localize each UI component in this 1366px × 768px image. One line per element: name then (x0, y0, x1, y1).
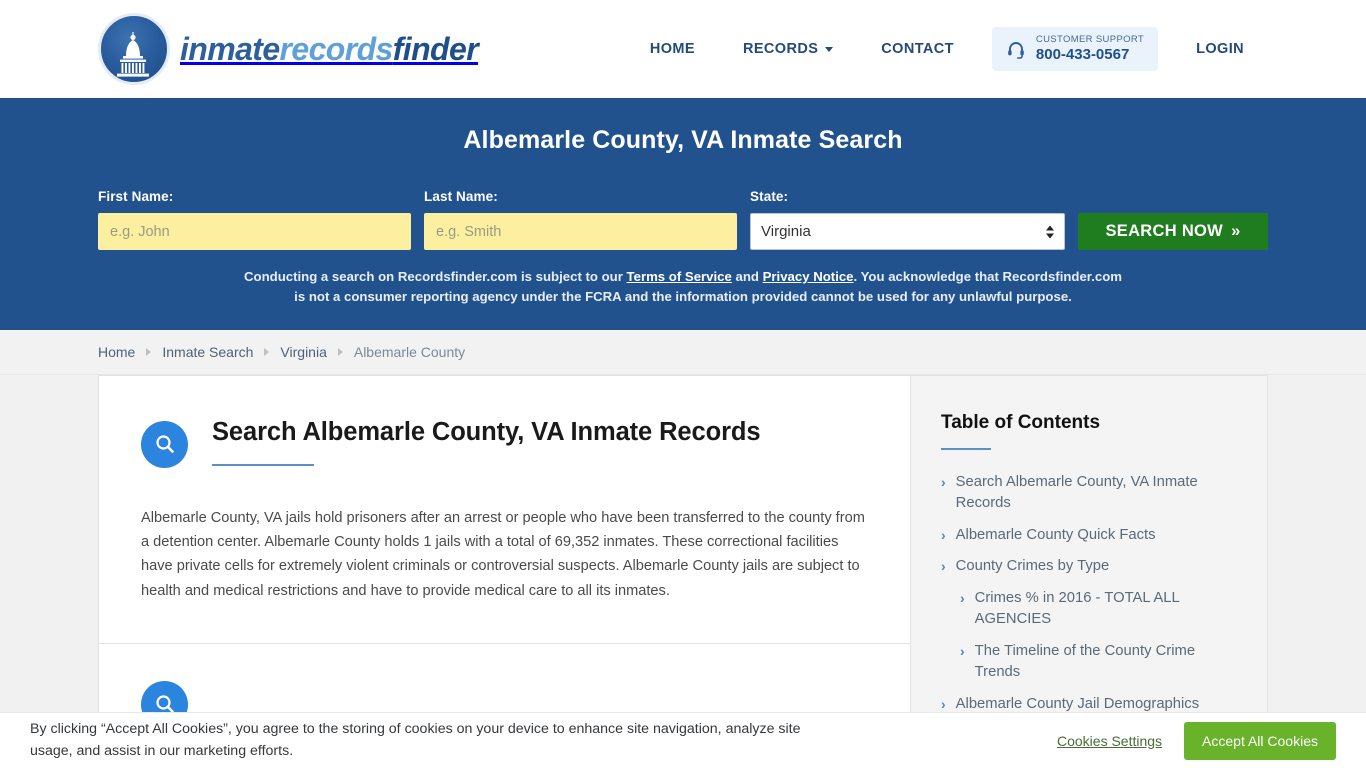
nav-item-contact[interactable]: CONTACT (857, 41, 978, 57)
chevron-right-icon: › (960, 642, 965, 659)
last-name-field-group: Last Name: (424, 189, 738, 250)
brand-part-3: finder (392, 30, 479, 67)
disclaimer-part-1: Conducting a search on Recordsfinder.com… (244, 269, 627, 284)
cookie-banner-actions: Cookies Settings Accept All Cookies (1057, 721, 1336, 760)
main-content-card: Search Albemarle County, VA Inmate Recor… (98, 374, 910, 729)
toc-link-3[interactable]: Crimes % in 2016 - TOTAL ALL AGENCIES (975, 588, 1237, 631)
nav-item-login-label: LOGIN (1196, 40, 1244, 57)
chevron-right-icon: › (960, 589, 965, 606)
cookie-consent-banner: By clicking “Accept All Cookies”, you ag… (0, 712, 1366, 768)
support-phone: 800-433-0567 (1035, 45, 1130, 63)
magnifier-icon (141, 420, 188, 468)
double-chevron-right-icon: » (1231, 222, 1241, 240)
support-label: CUSTOMER SUPPORT (1035, 33, 1145, 45)
state-select[interactable]: Virginia (750, 213, 1066, 250)
nav-item-records[interactable]: RECORDS (719, 41, 857, 57)
toc-item-1[interactable]: › Albemarle County Quick Facts (941, 525, 1237, 546)
state-label: State: (750, 189, 789, 204)
chevron-right-icon (146, 347, 152, 356)
cookies-settings-link[interactable]: Cookies Settings (1057, 733, 1162, 749)
page-root: inmaterecordsfinder HOME RECORDS CONTACT (0, 0, 1366, 768)
nav-item-home-label: HOME (649, 40, 695, 57)
accept-all-cookies-button[interactable]: Accept All Cookies (1184, 721, 1336, 760)
nav-item-contact-label: CONTACT (881, 40, 954, 57)
first-name-field-group: First Name: (98, 189, 412, 250)
last-name-label: Last Name: (424, 189, 498, 204)
section-paragraph: Albemarle County, VA jails hold prisoner… (141, 509, 865, 599)
last-name-input[interactable] (424, 213, 738, 250)
breadcrumb-item-home[interactable]: Home (98, 344, 135, 360)
table-of-contents-card: Table of Contents › Search Albemarle Cou… (910, 374, 1268, 729)
brand-logo[interactable]: inmaterecordsfinder (98, 13, 479, 85)
nav-item-home[interactable]: HOME (626, 41, 719, 57)
terms-of-service-link[interactable]: Terms of Service (627, 269, 732, 284)
brand-part-1: inmate (180, 30, 280, 67)
site-header: inmaterecordsfinder HOME RECORDS CONTACT (0, 0, 1366, 98)
cookie-banner-text: By clicking “Accept All Cookies”, you ag… (30, 721, 801, 759)
brand-part-2: records (279, 30, 394, 67)
toc-underline (941, 447, 991, 450)
chevron-right-icon: › (941, 558, 946, 575)
first-name-input[interactable] (98, 213, 412, 250)
support-text: CUSTOMER SUPPORT 800-433-0567 (1035, 33, 1145, 63)
chevron-down-icon (825, 47, 834, 53)
page-title: Albemarle County, VA Inmate Search (463, 126, 903, 154)
chevron-right-icon: › (941, 526, 946, 543)
toc-list: › Search Albemarle County, VA Inmate Rec… (941, 472, 1237, 715)
first-name-label: First Name: (98, 189, 174, 204)
section-title: Search Albemarle County, VA Inmate Recor… (212, 417, 761, 446)
privacy-notice-link[interactable]: Privacy Notice (763, 269, 854, 284)
search-records-section: Search Albemarle County, VA Inmate Recor… (99, 376, 910, 643)
title-underline (212, 463, 314, 466)
main-navigation: HOME RECORDS CONTACT CUSTOMER SUPPORT 80… (626, 26, 1268, 72)
chevron-right-icon (337, 347, 343, 356)
search-now-label: SEARCH NOW (1105, 222, 1224, 240)
chevron-right-icon: › (941, 695, 946, 712)
toc-item-4[interactable]: › The Timeline of the County Crime Trend… (941, 641, 1237, 684)
brand-wordmark: inmaterecordsfinder (180, 30, 479, 68)
toc-link-2[interactable]: County Crimes by Type (956, 556, 1110, 577)
breadcrumb: Home Inmate Search Virginia Albemarle Co… (0, 329, 1366, 375)
search-now-button[interactable]: SEARCH NOW » (1078, 213, 1269, 250)
breadcrumb-item-virginia[interactable]: Virginia (280, 344, 326, 360)
inmate-search-band: Albemarle County, VA Inmate Search First… (0, 98, 1366, 330)
section-header: Search Albemarle County, VA Inmate Recor… (141, 418, 868, 468)
breadcrumb-item-current: Albemarle County (353, 343, 466, 360)
state-field-group: State: Virginia (750, 189, 1066, 250)
breadcrumb-item-inmate-search[interactable]: Inmate Search (162, 344, 253, 360)
table-of-contents: Table of Contents › Search Albemarle Cou… (911, 376, 1267, 715)
headset-icon (1006, 39, 1026, 59)
customer-support-badge[interactable]: CUSTOMER SUPPORT 800-433-0567 (991, 26, 1159, 72)
toc-title: Table of Contents (941, 411, 1101, 433)
section-title-box: Search Albemarle County, VA Inmate Recor… (212, 418, 868, 466)
chevron-right-icon: › (941, 473, 946, 490)
capitol-dome-icon (98, 13, 170, 85)
toc-link-1[interactable]: Albemarle County Quick Facts (956, 525, 1156, 546)
inmate-search-form: First Name: Last Name: State: Virginia (98, 189, 1269, 250)
toc-item-3[interactable]: › Crimes % in 2016 - TOTAL ALL AGENCIES (941, 588, 1237, 631)
toc-item-0[interactable]: › Search Albemarle County, VA Inmate Rec… (941, 472, 1237, 515)
chevron-right-icon (264, 347, 270, 356)
disclaimer-part-2: and (731, 269, 763, 284)
toc-link-4[interactable]: The Timeline of the County Crime Trends (975, 641, 1237, 684)
content-wrapper: Search Albemarle County, VA Inmate Recor… (0, 374, 1366, 729)
toc-item-2[interactable]: › County Crimes by Type (941, 556, 1237, 577)
nav-item-records-label: RECORDS (742, 40, 819, 57)
search-disclaimer: Conducting a search on Recordsfinder.com… (243, 267, 1123, 308)
state-select-wrap: Virginia (750, 213, 1066, 250)
toc-link-0[interactable]: Search Albemarle County, VA Inmate Recor… (956, 472, 1237, 515)
nav-item-login[interactable]: LOGIN (1172, 41, 1268, 57)
